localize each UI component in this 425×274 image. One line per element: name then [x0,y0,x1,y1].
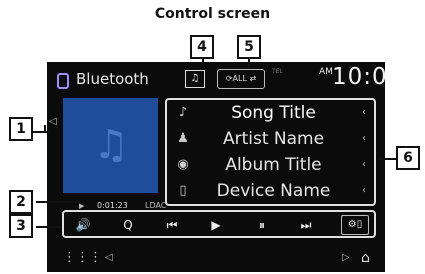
callout-line-3 [36,226,62,228]
callout-line-1 [32,131,49,133]
tel-indicator: TEL [272,68,283,75]
clock: 10:00 [332,64,385,90]
album-title: Album Title [225,155,322,175]
track-info-row-song[interactable]: ♪ Song Title ‹ [167,103,374,127]
expand-icon[interactable]: ‹ [362,133,366,144]
device-icon: ▯ [179,183,187,198]
callout-4: 4 [190,35,214,59]
track-info-row-album[interactable]: ◉ Album Title ‹ [167,155,374,179]
volume-icon[interactable]: 🔊 [70,215,96,235]
artist-name: Artist Name [222,129,325,149]
repeat-mode-label: ALL [232,74,247,83]
next-track-button[interactable]: ⏭ [293,215,319,235]
artist-icon: ♟ [177,131,189,146]
codec-label: LDAC [145,201,167,210]
expand-icon[interactable]: ‹ [362,159,366,170]
album-art: ♫ [63,98,158,193]
album-icon: ◉ [177,157,189,172]
callout-3: 3 [9,214,33,238]
page-title: Control screen [154,6,271,22]
previous-track-button[interactable]: ⏮ [159,215,185,235]
device-name: Device Name [216,181,331,201]
callout-5: 5 [237,35,261,59]
callout-2: 2 [9,190,33,214]
track-info-panel: ♪ Song Title ‹ ♟ Artist Name ‹ ◉ Album T… [165,98,376,206]
track-info-row-device[interactable]: ▯ Device Name ‹ [167,181,374,205]
expand-icon[interactable]: ‹ [362,107,366,118]
repeat-shuffle-modes: ⟳ALL ⇄ [217,69,265,89]
shuffle-icon: ⇄ [249,74,257,83]
clock-ampm: AM [319,67,333,77]
elapsed-time: 0:01:23 [97,201,128,210]
track-info-row-artist[interactable]: ♟ Artist Name ‹ [167,129,374,153]
callout-line-1b [44,125,46,133]
play-button[interactable]: ▶ [203,215,229,235]
song-title: Song Title [231,103,316,123]
bluetooth-source-icon [57,73,69,89]
nav-left-icon[interactable]: ◁ [105,252,113,263]
playlist-icon[interactable]: ♫ [185,70,205,88]
playback-status-icon: ▶ [79,202,85,210]
control-bar: 🔊 Q ⏮ ▶ ⏸ ⏭ ⚙▯ [62,210,376,238]
repeat-icon: ⟳ [225,74,233,83]
music-note-icon: ♫ [93,122,129,168]
pause-button[interactable]: ⏸ [249,215,275,235]
callout-1: 1 [9,117,33,141]
control-screen: Bluetooth ♫ ⟳ALL ⇄ TEL AM 10:00 ◁ ♫ ▶ 0:… [47,62,385,272]
chevron-left-icon[interactable]: ◁ [49,116,57,127]
music-note-icon: ♪ [178,105,188,120]
device-settings-button[interactable]: ⚙▯ [341,215,369,235]
callout-line-6 [377,158,397,160]
callout-6: 6 [396,146,420,170]
nav-right-icon[interactable]: ▷ [342,252,350,263]
menu-grid-icon[interactable]: ⋮⋮⋮ [63,250,102,265]
source-label[interactable]: Bluetooth [76,70,149,88]
search-button[interactable]: Q [115,215,141,235]
callout-line-2 [36,201,80,203]
home-icon[interactable]: ⌂ [361,250,370,266]
expand-icon[interactable]: ‹ [362,185,366,196]
